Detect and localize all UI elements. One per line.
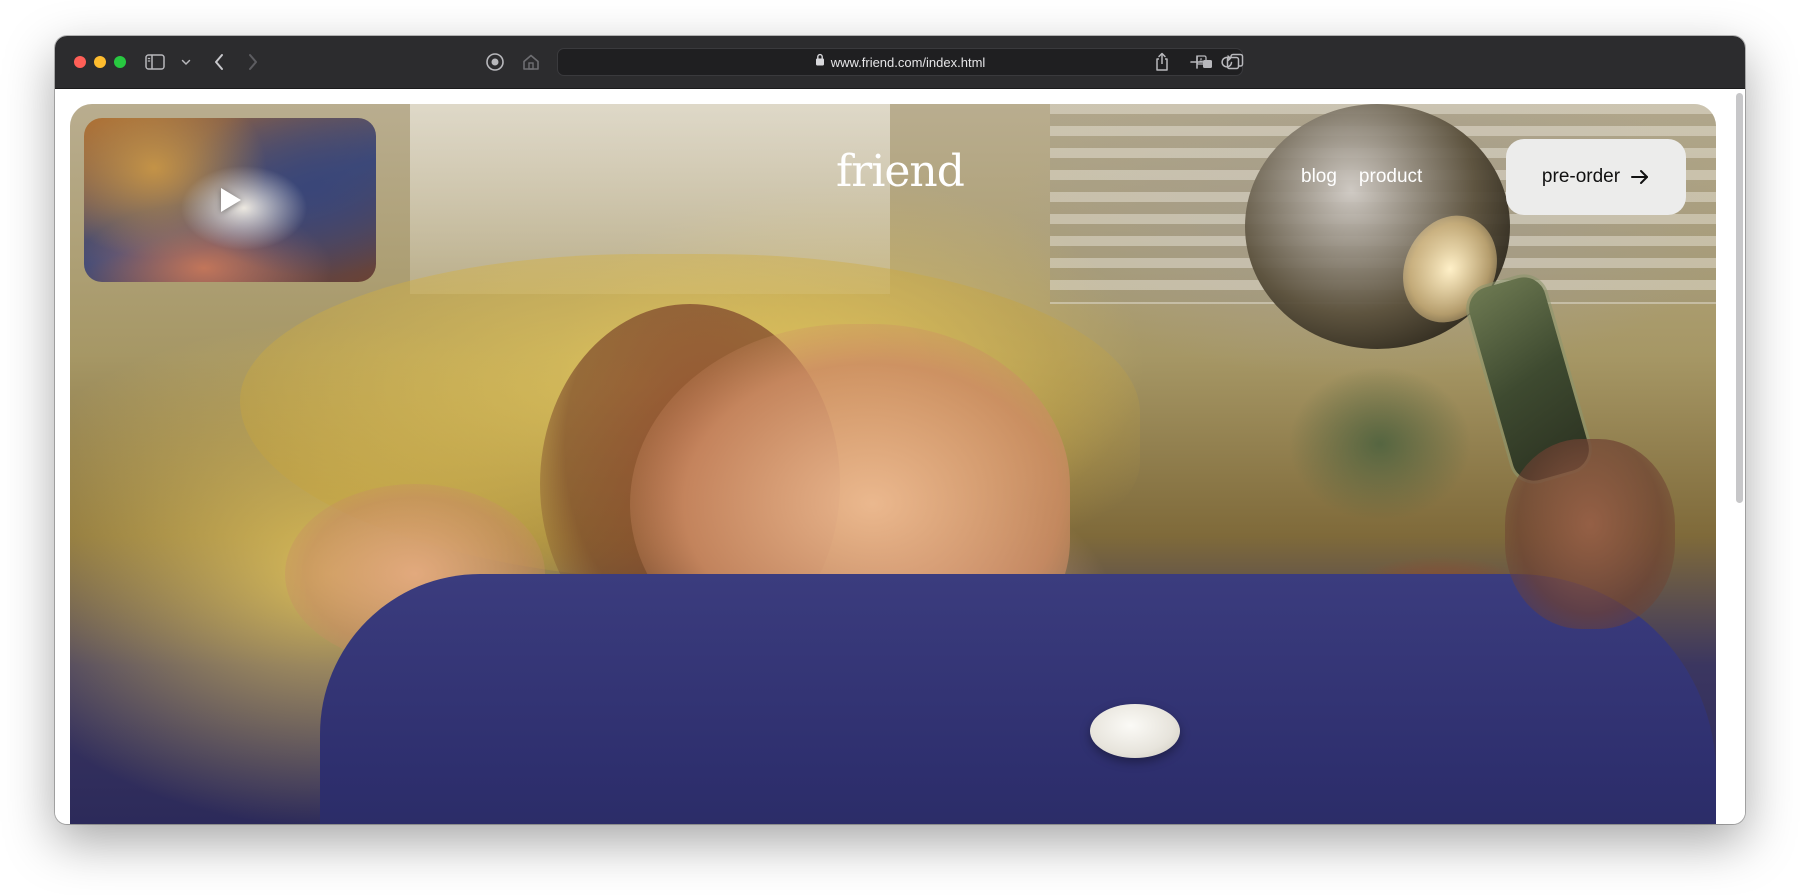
hero-sweater [320,574,1716,824]
lock-icon [815,53,825,71]
minimize-window-button[interactable] [94,56,106,68]
chevron-right-icon[interactable] [247,50,259,74]
chevron-down-icon[interactable] [181,50,191,74]
home-icon[interactable] [521,50,541,74]
privacy-report-icon[interactable] [485,50,505,74]
close-window-button[interactable] [74,56,86,68]
page-scrollbar[interactable] [1736,93,1743,503]
hero-hand [1505,439,1675,629]
browser-toolbar: www.friend.com/index.html A [55,36,1745,89]
nav-link-product[interactable]: product [1359,166,1422,188]
main-nav: blog product [1301,166,1422,188]
play-icon[interactable] [221,188,241,212]
sidebar-icon[interactable] [145,50,165,74]
pre-order-button[interactable]: pre-order [1506,139,1686,215]
chevron-left-icon[interactable] [213,50,225,74]
zoom-window-button[interactable] [114,56,126,68]
url-text: www.friend.com/index.html [830,54,986,70]
browser-window: www.friend.com/index.html A friend blog … [55,36,1745,824]
friend-pendant-device [1090,704,1180,758]
plus-icon[interactable] [1189,50,1205,74]
arrow-right-icon [1630,169,1650,185]
site-logo[interactable]: friend [836,146,965,197]
tab-overview-icon[interactable] [1226,50,1244,74]
share-icon[interactable] [1154,50,1170,74]
hero-image: friend blog product pre-order [70,104,1716,824]
nav-link-blog[interactable]: blog [1301,166,1337,188]
page-viewport: friend blog product pre-order [55,89,1745,824]
video-thumbnail[interactable] [84,118,376,282]
address-bar[interactable]: www.friend.com/index.html A [557,48,1243,76]
pre-order-label: pre-order [1541,166,1621,187]
